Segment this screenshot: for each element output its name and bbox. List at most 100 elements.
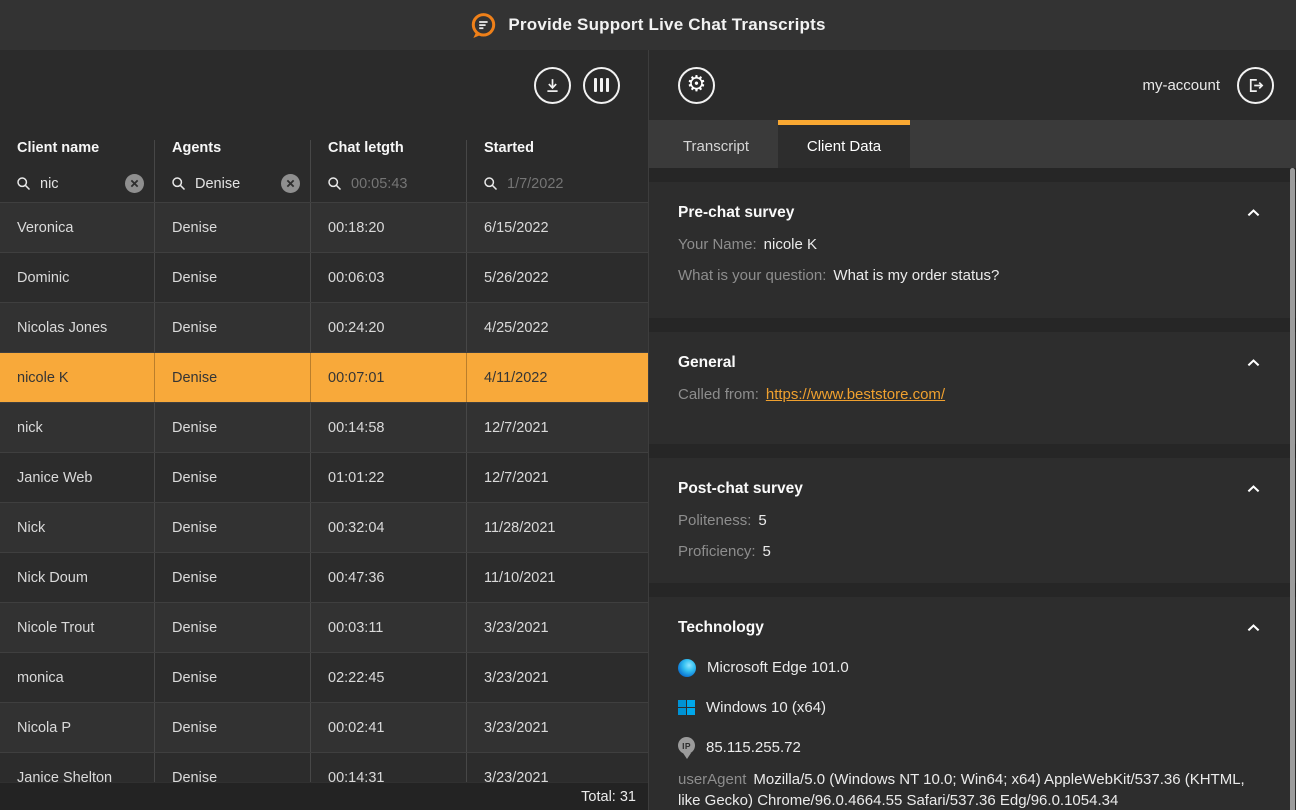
client-name-filter-input[interactable]	[40, 176, 116, 192]
cell-agent[interactable]: Denise	[155, 553, 311, 602]
cell-agent[interactable]: Denise	[155, 353, 311, 402]
field-value: What is my order status?	[833, 267, 999, 284]
cell-client-name[interactable]: Nick Doum	[0, 553, 155, 602]
chat-length-filter-input[interactable]	[351, 176, 456, 192]
cell-client-name[interactable]: Nicole Trout	[0, 603, 155, 652]
cell-agent[interactable]: Denise	[155, 703, 311, 752]
field-label: Politeness:	[678, 512, 751, 529]
columns-settings-button[interactable]	[583, 67, 620, 104]
cell-client-name[interactable]: Nicola P	[0, 703, 155, 752]
cell-chat-length[interactable]: 00:07:01	[311, 353, 467, 402]
section-title: General	[678, 354, 736, 372]
table-row[interactable]: Janice SheltonDenise00:14:313/23/2021	[0, 752, 648, 782]
cell-agent[interactable]: Denise	[155, 253, 311, 302]
tech-item: Microsoft Edge 101.0	[678, 656, 1260, 679]
field-value: Mozilla/5.0 (Windows NT 10.0; Win64; x64…	[678, 771, 1245, 809]
table-header-row: Client name Agents Chat letgth Started	[0, 120, 648, 165]
cell-started[interactable]: 3/23/2021	[467, 603, 648, 652]
vertical-scrollbar-thumb[interactable]	[1290, 168, 1295, 810]
cell-client-name[interactable]: Janice Shelton	[0, 753, 155, 782]
client-data-sections: Pre-chat surveyYour Name:nicole KWhat is…	[649, 168, 1296, 810]
cell-chat-length[interactable]: 01:01:22	[311, 453, 467, 502]
table-footer: Total: 31	[0, 782, 648, 810]
cell-client-name[interactable]: Janice Web	[0, 453, 155, 502]
cell-client-name[interactable]: Veronica	[0, 203, 155, 252]
cell-agent[interactable]: Denise	[155, 603, 311, 652]
cell-client-name[interactable]: nick	[0, 403, 155, 452]
cell-chat-length[interactable]: 02:22:45	[311, 653, 467, 702]
cell-started[interactable]: 3/23/2021	[467, 653, 648, 702]
cell-started[interactable]: 6/15/2022	[467, 203, 648, 252]
table-row[interactable]: VeronicaDenise00:18:206/15/2022	[0, 202, 648, 252]
cell-agent[interactable]: Denise	[155, 303, 311, 352]
cell-client-name[interactable]: monica	[0, 653, 155, 702]
clear-filter-button[interactable]	[125, 174, 144, 193]
cell-started[interactable]: 4/11/2022	[467, 353, 648, 402]
table-row[interactable]: Nick DoumDenise00:47:3611/10/2021	[0, 552, 648, 602]
section-title: Post-chat survey	[678, 480, 803, 498]
cell-agent[interactable]: Denise	[155, 753, 311, 782]
tab-client-data[interactable]: Client Data	[778, 120, 910, 168]
cell-chat-length[interactable]: 00:03:11	[311, 603, 467, 652]
column-header-started[interactable]: Started	[467, 140, 648, 165]
called-from-link[interactable]: https://www.beststore.com/	[766, 386, 945, 403]
clear-filter-button[interactable]	[281, 174, 300, 193]
cell-chat-length[interactable]: 00:14:58	[311, 403, 467, 452]
cell-agent[interactable]: Denise	[155, 403, 311, 452]
cell-started[interactable]: 12/7/2021	[467, 403, 648, 452]
table-row[interactable]: Nicolas JonesDenise00:24:204/25/2022	[0, 302, 648, 352]
download-button[interactable]	[534, 67, 571, 104]
table-row[interactable]: Janice WebDenise01:01:2212/7/2021	[0, 452, 648, 502]
cell-started[interactable]: 4/25/2022	[467, 303, 648, 352]
chevron-up-icon[interactable]	[1247, 204, 1260, 222]
cell-chat-length[interactable]: 00:02:41	[311, 703, 467, 752]
table-row[interactable]: nickDenise00:14:5812/7/2021	[0, 402, 648, 452]
cell-chat-length[interactable]: 00:06:03	[311, 253, 467, 302]
column-header-agents[interactable]: Agents	[155, 140, 311, 165]
table-row[interactable]: NickDenise00:32:0411/28/2021	[0, 502, 648, 552]
cell-started[interactable]: 3/23/2021	[467, 703, 648, 752]
field-called-from-: Called from:https://www.beststore.com/	[678, 384, 1260, 405]
cell-started[interactable]: 11/10/2021	[467, 553, 648, 602]
chevron-up-icon[interactable]	[1247, 619, 1260, 637]
chevron-up-icon[interactable]	[1247, 354, 1260, 372]
field-label: What is your question:	[678, 267, 826, 284]
table-row[interactable]: DominicDenise00:06:035/26/2022	[0, 252, 648, 302]
tech-item: IP85.115.255.72	[678, 736, 1260, 759]
table-row[interactable]: Nicola PDenise00:02:413/23/2021	[0, 702, 648, 752]
cell-client-name[interactable]: Dominic	[0, 253, 155, 302]
table-row[interactable]: Nicole TroutDenise00:03:113/23/2021	[0, 602, 648, 652]
cell-chat-length[interactable]: 00:32:04	[311, 503, 467, 552]
table-row[interactable]: monicaDenise02:22:453/23/2021	[0, 652, 648, 702]
cell-started[interactable]: 3/23/2021	[467, 753, 648, 782]
logout-button[interactable]	[1237, 67, 1274, 104]
cell-client-name[interactable]: Nicolas Jones	[0, 303, 155, 352]
agents-filter-input[interactable]	[195, 176, 272, 192]
cell-chat-length[interactable]: 00:47:36	[311, 553, 467, 602]
column-header-chat-length[interactable]: Chat letgth	[311, 140, 467, 165]
account-label[interactable]: my-account	[1142, 77, 1220, 94]
cell-agent[interactable]: Denise	[155, 653, 311, 702]
logout-icon	[1246, 76, 1265, 95]
tab-transcript[interactable]: Transcript	[654, 120, 778, 168]
cell-started[interactable]: 5/26/2022	[467, 253, 648, 302]
cell-started[interactable]: 11/28/2021	[467, 503, 648, 552]
filter-agents	[155, 165, 311, 202]
cell-chat-length[interactable]: 00:18:20	[311, 203, 467, 252]
column-header-client-name[interactable]: Client name	[0, 140, 155, 165]
cell-chat-length[interactable]: 00:24:20	[311, 303, 467, 352]
cell-client-name[interactable]: Nick	[0, 503, 155, 552]
chevron-up-icon[interactable]	[1247, 480, 1260, 498]
cell-chat-length[interactable]: 00:14:31	[311, 753, 467, 782]
cell-client-name[interactable]: nicole K	[0, 353, 155, 402]
cell-agent[interactable]: Denise	[155, 203, 311, 252]
section-technology: TechnologyMicrosoft Edge 101.0Windows 10…	[649, 597, 1296, 810]
download-icon	[544, 77, 561, 94]
cell-agent[interactable]: Denise	[155, 503, 311, 552]
cell-started[interactable]: 12/7/2021	[467, 453, 648, 502]
settings-button[interactable]: ⚙	[678, 67, 715, 104]
cell-agent[interactable]: Denise	[155, 453, 311, 502]
table-row[interactable]: nicole KDenise00:07:014/11/2022	[0, 352, 648, 402]
filter-client-name	[0, 165, 155, 202]
transcripts-table-body: VeronicaDenise00:18:206/15/2022DominicDe…	[0, 202, 648, 782]
